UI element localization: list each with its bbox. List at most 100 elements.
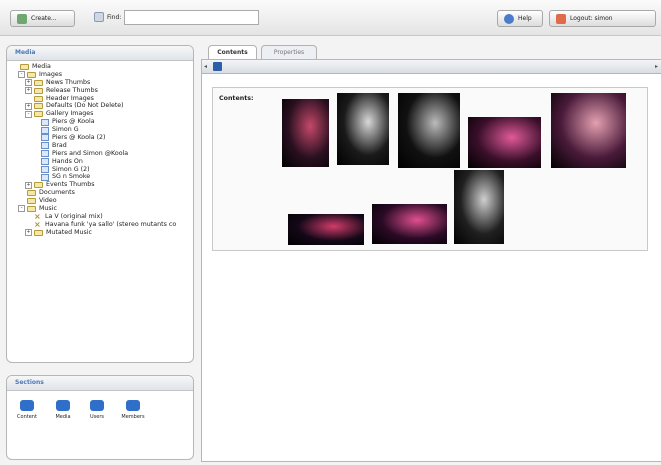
tree-item[interactable]: + Mutated Music bbox=[11, 229, 176, 237]
top-toolbar: Create... Find: Help Logout: simon bbox=[0, 0, 661, 36]
tree-item-label: Hands On bbox=[52, 157, 83, 165]
create-button[interactable]: Create... bbox=[10, 10, 75, 27]
tree-item[interactable]: + Defaults (Do Not Delete) bbox=[11, 102, 176, 110]
section-content[interactable]: Content bbox=[15, 400, 39, 420]
folder-icon bbox=[34, 79, 43, 86]
toolbar-left-arrow-icon[interactable]: ◂ bbox=[204, 63, 207, 70]
tree-item[interactable]: + Release Thumbs bbox=[11, 87, 176, 95]
tree-item[interactable]: Documents bbox=[11, 189, 176, 197]
sections-panel-title: Sections bbox=[7, 376, 193, 391]
folder-icon bbox=[27, 71, 36, 78]
media-thumbnail[interactable] bbox=[288, 214, 364, 245]
tree-item[interactable]: Media bbox=[11, 63, 176, 71]
media-thumbnail[interactable] bbox=[454, 170, 504, 244]
section-members[interactable]: Members bbox=[119, 400, 147, 420]
find-icon bbox=[94, 12, 104, 22]
folder-icon bbox=[34, 87, 43, 94]
find-label-group: Find: bbox=[94, 12, 121, 22]
tree-item-label: Video bbox=[39, 197, 57, 205]
expand-icon[interactable]: + bbox=[25, 181, 32, 189]
folder-icon bbox=[27, 205, 36, 212]
expand-icon[interactable]: + bbox=[25, 79, 32, 87]
section-label: Users bbox=[89, 414, 104, 420]
media-thumbnail[interactable] bbox=[551, 93, 626, 168]
find-input[interactable] bbox=[124, 10, 259, 25]
folder-icon bbox=[34, 229, 43, 236]
section-media[interactable]: Media bbox=[51, 400, 75, 420]
tab-properties[interactable]: Properties bbox=[261, 45, 317, 59]
tree-item-label: Music bbox=[39, 205, 57, 213]
image-icon bbox=[41, 166, 49, 174]
tree-item[interactable]: SG n Smoke bbox=[11, 173, 176, 181]
media-thumbnail[interactable] bbox=[337, 93, 389, 165]
content-icon bbox=[20, 400, 34, 411]
tree-item[interactable]: Piers @ Koola (2) bbox=[11, 134, 176, 142]
media-thumbnail[interactable] bbox=[468, 117, 541, 168]
tree-item[interactable]: Piers and Simon @Koola bbox=[11, 150, 176, 158]
collapse-icon[interactable]: - bbox=[25, 110, 32, 118]
tree-item-label: Piers @ Koola (2) bbox=[52, 134, 106, 142]
tree-item[interactable]: × Havana funk 'ya sallo' (stereo mutants … bbox=[11, 221, 176, 229]
media-tree: Media - Images + News Thumbs + Release Thumbs H… bbox=[11, 63, 176, 237]
tree-item-label: Media bbox=[32, 63, 51, 70]
section-label: Media bbox=[55, 414, 71, 420]
create-icon bbox=[17, 13, 27, 24]
tree-item-label: Release Thumbs bbox=[46, 86, 98, 94]
media-thumbnail[interactable] bbox=[282, 99, 329, 167]
image-icon bbox=[41, 142, 49, 150]
tree-item-label: Defaults (Do Not Delete) bbox=[46, 102, 124, 110]
members-icon bbox=[126, 400, 140, 411]
image-icon bbox=[41, 158, 49, 166]
logout-button[interactable]: Logout: simon bbox=[549, 10, 656, 27]
help-button[interactable]: Help bbox=[497, 10, 543, 27]
folder-icon bbox=[34, 95, 43, 102]
tree-item[interactable]: + News Thumbs bbox=[11, 79, 176, 87]
section-users[interactable]: Users bbox=[85, 400, 109, 420]
toolbar-right-arrow-icon[interactable]: ▸ bbox=[655, 63, 658, 70]
tree-item-label: Brad bbox=[52, 141, 67, 149]
contents-label: Contents: bbox=[219, 95, 254, 102]
tree-item-label: Simon G bbox=[52, 126, 79, 134]
image-icon bbox=[41, 126, 49, 134]
save-icon[interactable] bbox=[213, 62, 222, 71]
folder-icon bbox=[34, 182, 43, 189]
media-icon bbox=[56, 400, 70, 411]
tree-item-label: Piers @ Koola bbox=[52, 118, 95, 126]
tree-item[interactable]: Video bbox=[11, 197, 176, 205]
tree-item-label: Images bbox=[39, 70, 63, 78]
media-panel: Media Media - Images + News Thumbs + Release T… bbox=[6, 45, 194, 363]
image-icon bbox=[41, 118, 49, 126]
tree-item-label: Piers and Simon @Koola bbox=[52, 149, 129, 157]
tree-item[interactable]: - Images bbox=[11, 71, 176, 79]
image-icon bbox=[41, 173, 49, 181]
tree-item-label: Havana funk 'ya sallo' (stereo mutants c… bbox=[45, 220, 177, 228]
media-thumbnail[interactable] bbox=[398, 93, 460, 168]
folder-icon bbox=[27, 198, 36, 205]
tree-item[interactable]: Header Images bbox=[11, 95, 176, 103]
collapse-icon[interactable]: - bbox=[18, 205, 25, 213]
help-icon bbox=[504, 13, 514, 24]
tree-item-label: Documents bbox=[39, 189, 75, 197]
expand-icon[interactable]: + bbox=[25, 87, 32, 95]
tree-item[interactable]: + Events Thumbs bbox=[11, 181, 176, 189]
expand-icon[interactable]: + bbox=[25, 102, 32, 110]
tree-item-label: SG n Smoke bbox=[52, 173, 91, 181]
expand-icon[interactable]: + bbox=[25, 229, 32, 237]
logout-label: Logout: simon bbox=[570, 15, 613, 22]
tree-item[interactable]: Simon G bbox=[11, 126, 176, 134]
tree-item[interactable]: Hands On bbox=[11, 158, 176, 166]
tree-item[interactable]: Simon G (2) bbox=[11, 166, 176, 174]
media-panel-title: Media bbox=[7, 46, 193, 61]
sections-panel: Sections Content Media Users Members bbox=[6, 375, 194, 460]
tree-item[interactable]: Brad bbox=[11, 142, 176, 150]
folder-icon bbox=[34, 103, 43, 110]
section-label: Members bbox=[121, 414, 145, 420]
image-icon bbox=[41, 134, 49, 142]
collapse-icon[interactable]: - bbox=[18, 71, 25, 79]
media-thumbnail[interactable] bbox=[372, 204, 447, 244]
tab-contents[interactable]: Contents bbox=[208, 45, 257, 59]
section-label: Content bbox=[17, 414, 37, 420]
tree-item[interactable]: Piers @ Koola bbox=[11, 118, 176, 126]
tree-item-label: Events Thumbs bbox=[46, 181, 95, 189]
logout-icon bbox=[556, 13, 566, 24]
